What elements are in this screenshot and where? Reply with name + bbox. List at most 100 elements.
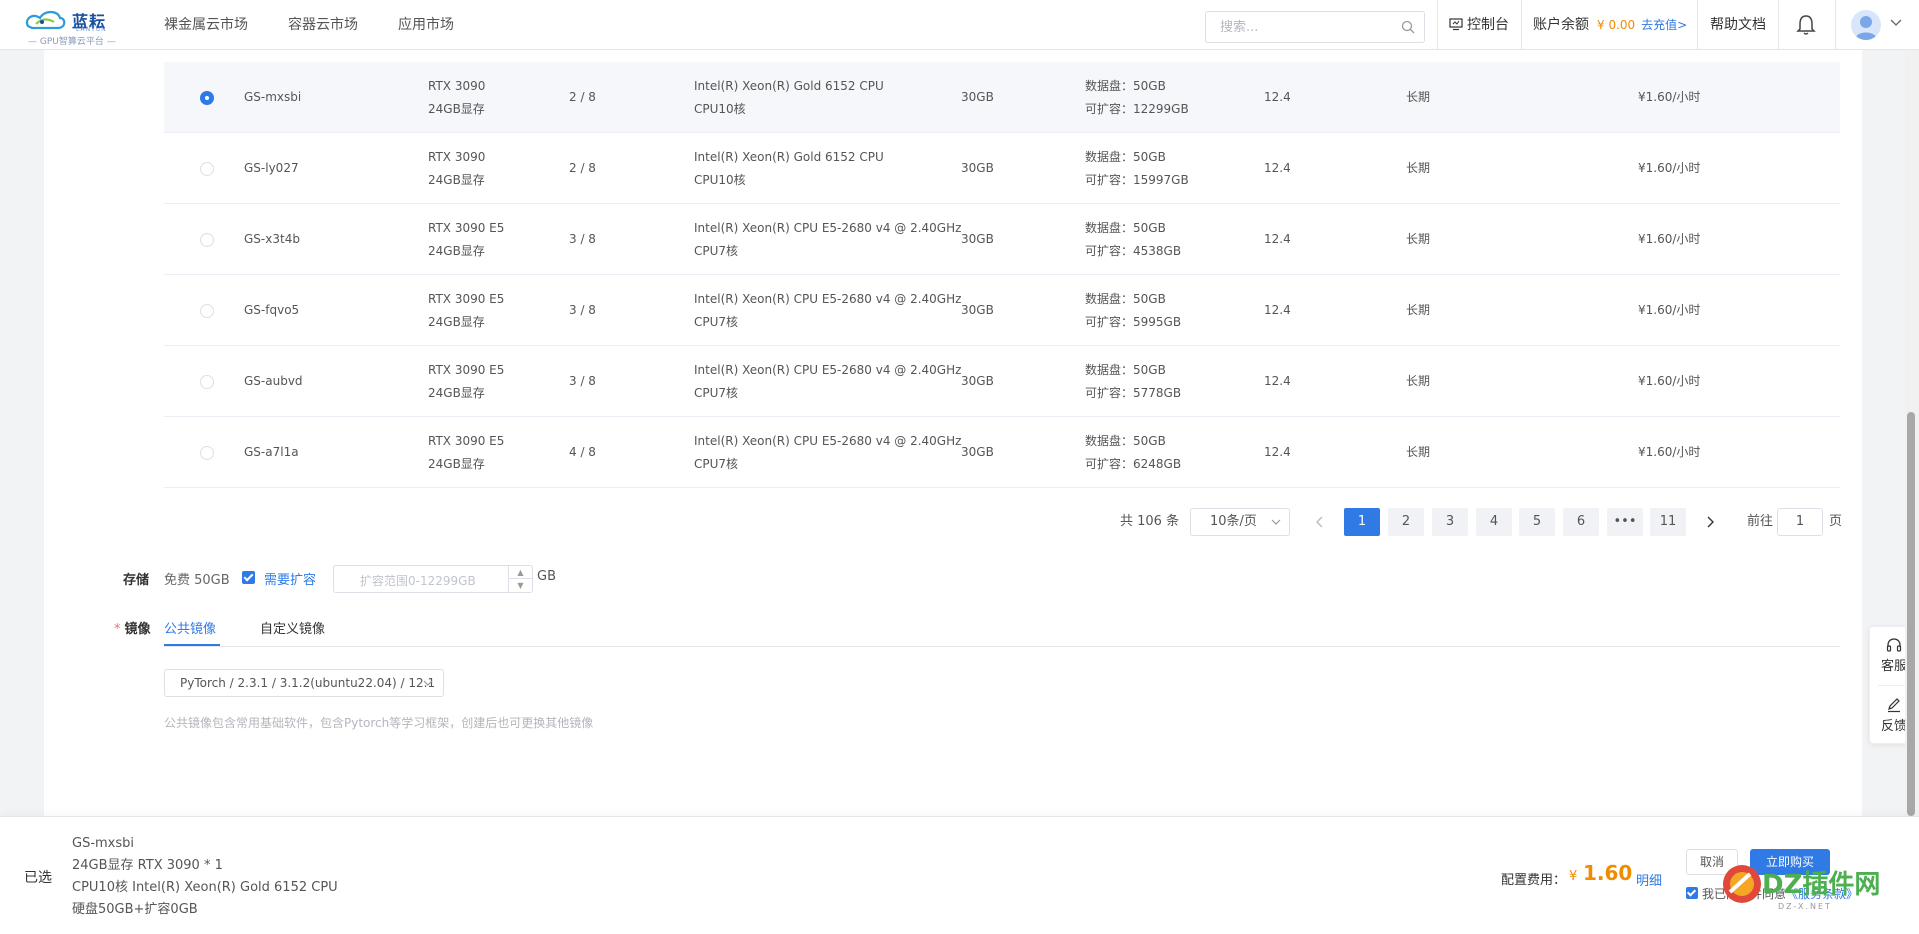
page-number-button[interactable]: 2 <box>1388 508 1424 536</box>
bell-icon[interactable] <box>1796 14 1816 36</box>
goto-unit: 页 <box>1829 514 1843 529</box>
disk-spec: 可扩容：5995GB <box>1085 314 1182 329</box>
stepper-up-icon[interactable]: ▲ <box>509 566 532 579</box>
top-nav: 裸金属云市场 容器云市场 应用市场 <box>151 0 481 50</box>
instance-name: GS-aubvd <box>244 374 303 388</box>
instance-name-cell: GS-x3t4b <box>244 204 300 275</box>
chevron-down-icon[interactable] <box>1890 19 1902 27</box>
page-number-button[interactable]: 6 <box>1563 508 1599 536</box>
image-select-value: PyTorch / 2.3.1 / 3.1.2(ubuntu22.04) / 1… <box>180 676 436 690</box>
avatar[interactable] <box>1851 10 1881 40</box>
cuda-version: 12.4 <box>1264 445 1291 459</box>
table-row[interactable]: GS-fqvo5 RTX 3090 E5 24GB显存 3 / 8 Intel(R) X… <box>164 275 1840 346</box>
disk-spec: 可扩容：15997GB <box>1085 172 1189 187</box>
cuda-version-cell: 12.4 <box>1264 204 1291 275</box>
cuda-version-cell: 12.4 <box>1264 62 1291 133</box>
cpu-spec: CPU7核 <box>694 456 739 471</box>
search-input[interactable] <box>1206 12 1386 42</box>
cuda-version: 12.4 <box>1264 161 1291 175</box>
cuda-version: 12.4 <box>1264 374 1291 388</box>
table-row[interactable]: GS-a7l1a RTX 3090 E5 24GB显存 4 / 8 Intel(R) X… <box>164 417 1840 488</box>
disk-spec-cell: 数据盘：50GB 可扩容：5778GB <box>1085 346 1181 417</box>
watermark-sub: DZ-X.NET <box>1778 902 1832 911</box>
cost-detail-link[interactable]: 明细 <box>1636 870 1662 889</box>
user-icon <box>1855 16 1877 40</box>
console-link[interactable]: 控制台 <box>1449 0 1509 50</box>
header-divider <box>1835 0 1836 50</box>
logo[interactable]: 蓝耘 LANYUN — GPU智算云平台 — <box>22 4 122 47</box>
prev-page-button[interactable] <box>1306 508 1334 536</box>
goto-page-input[interactable]: 1 <box>1777 508 1823 536</box>
gpu-spec: RTX 3090 E5 <box>428 220 505 235</box>
header-divider <box>1437 0 1438 50</box>
recharge-link[interactable]: 去充值> <box>1641 18 1687 32</box>
price: ¥1.60/小时 <box>1638 232 1701 246</box>
nav-baremetal-market[interactable]: 裸金属云市场 <box>151 0 261 50</box>
stepper-down-icon[interactable]: ▼ <box>509 579 532 592</box>
disk-spec: 数据盘：50GB <box>1085 149 1166 164</box>
cpu-spec-cell: Intel(R) Xeon(R) CPU E5-2680 v4 @ 2.40GH… <box>694 275 961 346</box>
cpu-spec-cell: Intel(R) Xeon(R) CPU E5-2680 v4 @ 2.40GH… <box>694 417 961 488</box>
balance-label: 账户余额 <box>1533 17 1589 33</box>
cuda-version-cell: 12.4 <box>1264 275 1291 346</box>
table-row[interactable]: GS-x3t4b RTX 3090 E5 24GB显存 3 / 8 Intel(R) X… <box>164 204 1840 275</box>
instance-name-cell: GS-aubvd <box>244 346 303 417</box>
page-size-select[interactable]: 10条/页 <box>1190 508 1290 536</box>
cpu-spec-cell: Intel(R) Xeon(R) Gold 6152 CPU CPU10核 <box>694 62 884 133</box>
page-number-button[interactable]: 11 <box>1650 508 1686 536</box>
expand-unit: GB <box>537 569 556 584</box>
row-radio[interactable] <box>200 375 214 389</box>
gpu-spec: RTX 3090 <box>428 149 486 164</box>
cpu-spec: CPU7核 <box>694 385 739 400</box>
goto-label: 前往 <box>1747 514 1774 529</box>
tab-custom-image[interactable]: 自定义镜像 <box>260 618 325 637</box>
expand-stepper[interactable]: ▲ ▼ <box>508 566 532 592</box>
top-header: 蓝耘 LANYUN — GPU智算云平台 — 裸金属云市场 容器云市场 应用市场… <box>0 0 1919 50</box>
memory: 30GB <box>961 161 994 175</box>
price-cell: ¥1.60/小时 <box>1638 62 1700 133</box>
page-ellipsis[interactable]: ••• <box>1607 508 1643 536</box>
row-radio[interactable] <box>200 233 214 247</box>
rental-term: 长期 <box>1406 374 1431 388</box>
next-page-button[interactable] <box>1696 508 1724 536</box>
agree-checkbox[interactable] <box>1686 887 1698 899</box>
page-number-button[interactable]: 3 <box>1432 508 1468 536</box>
instance-name: GS-fqvo5 <box>244 303 300 317</box>
nav-app-market[interactable]: 应用市场 <box>385 0 467 50</box>
table-row[interactable]: GS-mxsbi RTX 3090 24GB显存 2 / 8 Intel(R) Xeon… <box>164 62 1840 133</box>
search-icon[interactable] <box>1401 20 1415 34</box>
gpu-spec: RTX 3090 E5 <box>428 362 505 377</box>
nav-container-market[interactable]: 容器云市场 <box>275 0 371 50</box>
row-radio[interactable] <box>200 304 214 318</box>
tab-public-image[interactable]: 公共镜像 <box>164 618 216 637</box>
page-number-button[interactable]: 4 <box>1476 508 1512 536</box>
image-select[interactable]: PyTorch / 2.3.1 / 3.1.2(ubuntu22.04) / 1… <box>164 669 444 697</box>
page-number-button[interactable]: 5 <box>1519 508 1555 536</box>
cpu-spec-cell: Intel(R) Xeon(R) CPU E5-2680 v4 @ 2.40GH… <box>694 346 961 417</box>
table-row[interactable]: GS-ly027 RTX 3090 24GB显存 2 / 8 Intel(R) Xeon… <box>164 133 1840 204</box>
price-cell: ¥1.60/小时 <box>1638 346 1700 417</box>
rental-term-cell: 长期 <box>1406 346 1430 417</box>
row-radio[interactable] <box>200 91 214 105</box>
expand-checkbox-label[interactable]: 需要扩容 <box>264 569 316 588</box>
pagination: 共 106 条 10条/页 1 2 3 4 5 6 ••• 11 前往 1 页 <box>0 508 1919 536</box>
instance-name: GS-mxsbi <box>244 90 302 104</box>
help-docs-link[interactable]: 帮助文档 <box>1710 0 1766 50</box>
table-row[interactable]: GS-aubvd RTX 3090 E5 24GB显存 3 / 8 Intel(R) X… <box>164 346 1840 417</box>
memory-cell: 30GB <box>961 346 994 417</box>
expand-checkbox[interactable] <box>242 571 255 584</box>
balance-value: ¥ 0.00 <box>1597 18 1636 32</box>
memory: 30GB <box>961 445 994 459</box>
expand-size-input[interactable]: 扩容范围0-12299GB ▲ ▼ <box>333 565 533 593</box>
cpu-spec: Intel(R) Xeon(R) CPU E5-2680 v4 @ 2.40GH… <box>694 362 962 377</box>
row-radio[interactable] <box>200 446 214 460</box>
instance-name-cell: GS-fqvo5 <box>244 275 299 346</box>
gpu-availability-cell: 3 / 8 <box>569 204 596 275</box>
watermark-logo-icon <box>1723 865 1761 903</box>
scrollbar-thumb[interactable] <box>1907 412 1915 816</box>
page-number-button[interactable]: 1 <box>1344 508 1380 536</box>
cpu-spec: Intel(R) Xeon(R) CPU E5-2680 v4 @ 2.40GH… <box>694 291 962 306</box>
row-radio[interactable] <box>200 162 214 176</box>
monitor-icon <box>1449 17 1463 30</box>
cpu-spec-cell: Intel(R) Xeon(R) CPU E5-2680 v4 @ 2.40GH… <box>694 204 961 275</box>
